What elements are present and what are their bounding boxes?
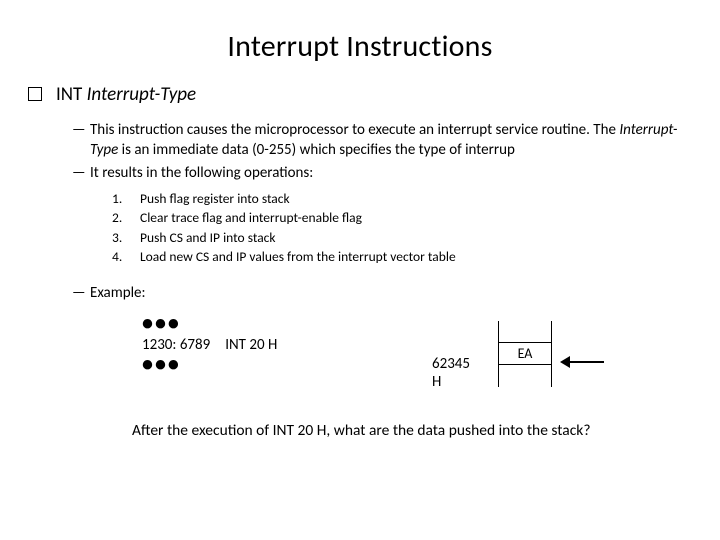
- dash-icon: —: [72, 283, 90, 303]
- stack-cells: EA: [498, 321, 552, 387]
- heading-row: INT Interrupt-Type: [28, 83, 692, 106]
- question-text: After the execution of INT 20 H, what ar…: [132, 421, 692, 440]
- op-text: Push flag register into stack: [140, 189, 290, 209]
- dash-icon: —: [72, 120, 90, 140]
- operand: Interrupt-Type: [87, 83, 196, 106]
- desc-line-1: — This instruction causes the microproce…: [72, 120, 692, 161]
- example-label: Example:: [90, 283, 692, 303]
- op-num: 2.: [112, 208, 140, 228]
- op-num: 1.: [112, 189, 140, 209]
- desc-text-1: This instruction causes the microprocess…: [90, 120, 692, 161]
- op-text: Load new CS and IP values from the inter…: [140, 247, 456, 267]
- stack-cell-empty: [498, 321, 552, 343]
- example-row: — Example:: [72, 283, 692, 303]
- op-row: 1. Push flag register into stack: [112, 189, 692, 209]
- mnemonic: INT: [56, 83, 87, 106]
- checkbox-bullet-icon: [28, 87, 42, 101]
- desc-line-2: — It results in the following operations…: [72, 163, 692, 183]
- code-line: 1230: 6789 INT 20 H: [142, 336, 692, 354]
- example-area: ••• 1230: 6789 INT 20 H ••• 62345 H EA: [142, 317, 692, 395]
- op-row: 3. Push CS and IP into stack: [112, 228, 692, 248]
- stack-cell-ea: EA: [498, 343, 552, 365]
- op-row: 4. Load new CS and IP values from the in…: [112, 247, 692, 267]
- slide: Interrupt Instructions INT Interrupt-Typ…: [0, 0, 720, 540]
- instruction-heading: INT Interrupt-Type: [56, 83, 196, 106]
- desc1-a: This instruction causes the microprocess…: [90, 121, 619, 139]
- operations-list: 1. Push flag register into stack 2. Clea…: [112, 189, 692, 267]
- op-text: Clear trace flag and interrupt-enable fl…: [140, 208, 362, 228]
- ellipsis-icon: •••: [142, 317, 692, 328]
- ellipsis-icon: •••: [142, 358, 692, 369]
- op-text: Push CS and IP into stack: [140, 228, 276, 248]
- body-block: — This instruction causes the microproce…: [72, 120, 692, 440]
- op-row: 2. Clear trace flag and interrupt-enable…: [112, 208, 692, 228]
- desc-text-2: It results in the following operations:: [90, 163, 692, 183]
- stack-cell-below: [498, 365, 552, 387]
- stack-address: 62345 H: [432, 355, 470, 391]
- slide-title: Interrupt Instructions: [28, 28, 692, 65]
- desc1-b: is an immediate data (0-255) which speci…: [118, 141, 515, 159]
- dash-icon: —: [72, 163, 90, 183]
- arrow-left-icon: [560, 356, 604, 368]
- op-num: 3.: [112, 228, 140, 248]
- op-num: 4.: [112, 247, 140, 267]
- arrow-line: [568, 361, 604, 363]
